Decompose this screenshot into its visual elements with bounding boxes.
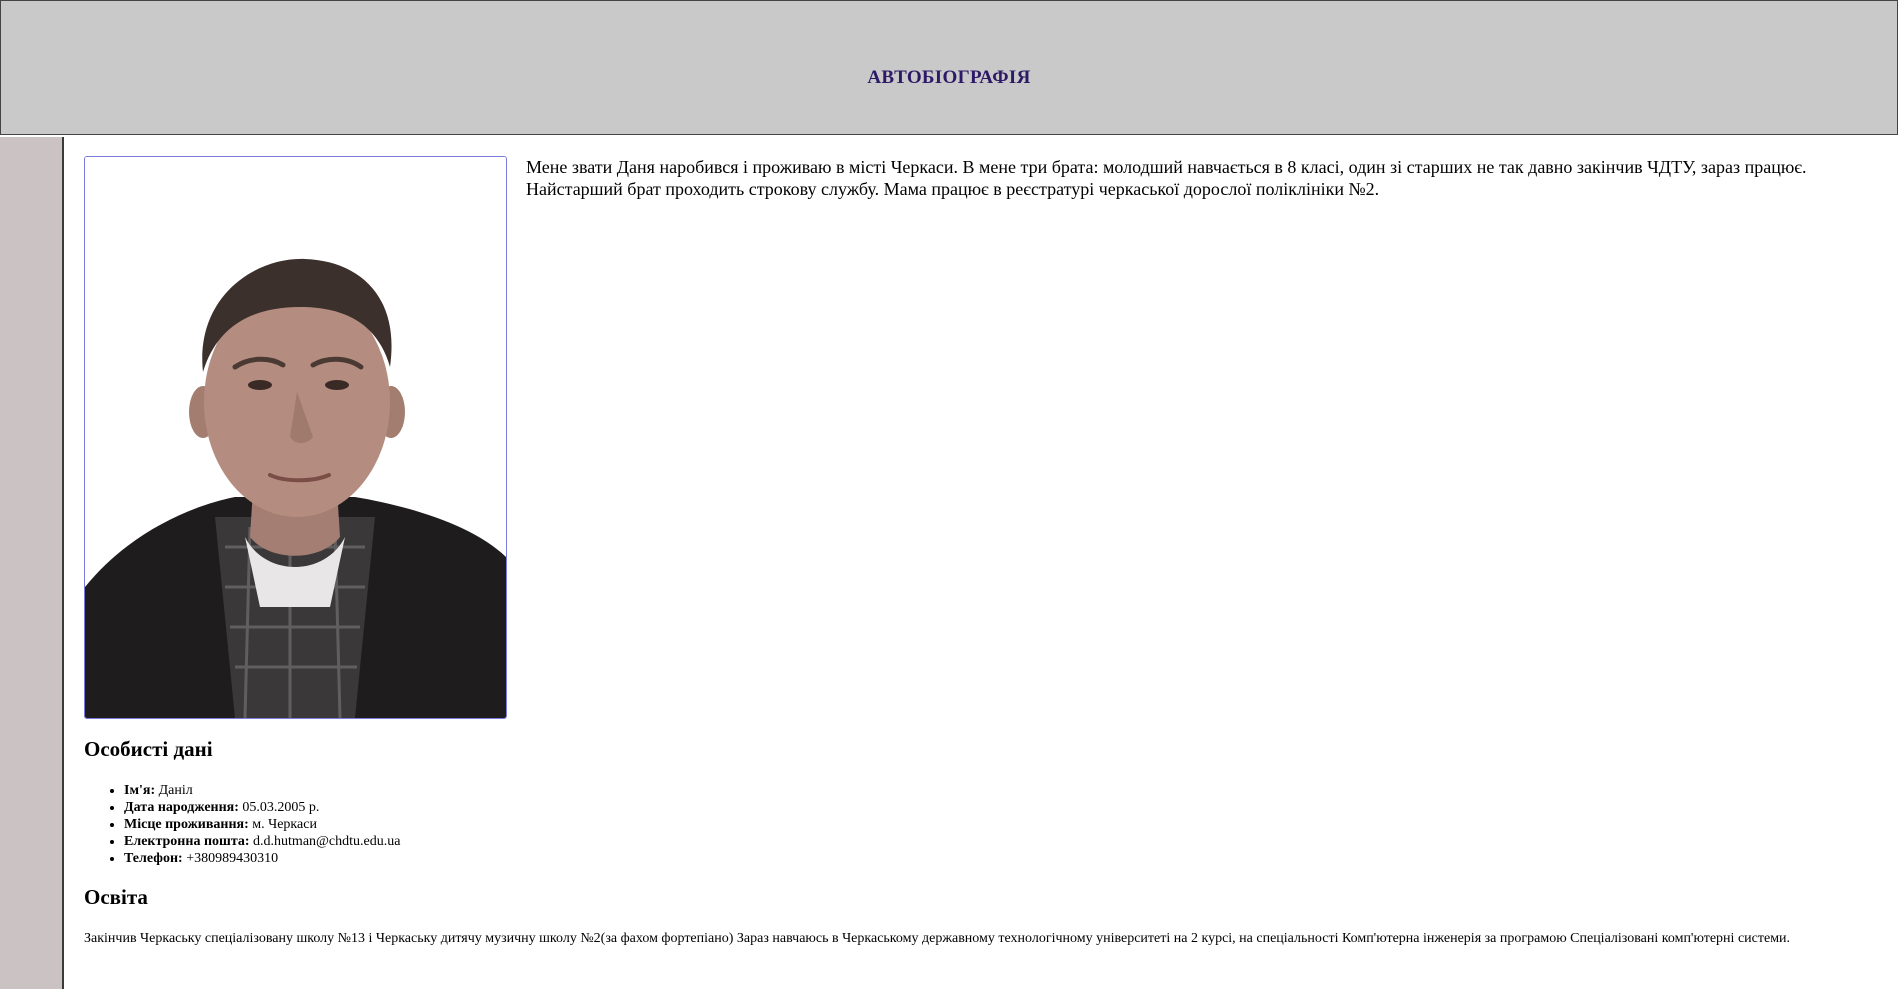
list-item: Електронна пошта: d.d.hutman@chdtu.edu.u… bbox=[124, 833, 400, 850]
left-sidebar bbox=[0, 137, 64, 989]
list-item: Телефон: +380989430310 bbox=[124, 850, 400, 867]
education-text: Закінчив Черкаську спеціалізовану школу … bbox=[84, 931, 1791, 946]
phone-label: Телефон: bbox=[124, 851, 183, 866]
birth-date-value: 05.03.2005 р. bbox=[242, 800, 320, 815]
name-label: Ім'я: bbox=[124, 783, 156, 798]
page-title: АВТОБІОГРАФІЯ bbox=[867, 67, 1031, 88]
education-heading: Освіта bbox=[84, 885, 148, 909]
phone-value: +380989430310 bbox=[186, 851, 279, 866]
intro-text: Мене звати Даня наробився і проживаю в м… bbox=[526, 157, 1807, 199]
residence-value: м. Черкаси bbox=[252, 817, 317, 832]
profile-photo bbox=[84, 156, 507, 719]
email-label: Електронна пошта: bbox=[124, 834, 250, 849]
list-item: Ім'я: Даніл bbox=[124, 782, 400, 799]
page-header: АВТОБІОГРАФІЯ bbox=[0, 0, 1898, 135]
list-item: Місце проживання: м. Черкаси bbox=[124, 816, 400, 833]
list-item: Дата народження: 05.03.2005 р. bbox=[124, 799, 400, 816]
person-portrait-icon bbox=[85, 157, 506, 718]
name-value: Даніл bbox=[158, 783, 193, 798]
email-value: d.d.hutman@chdtu.edu.ua bbox=[253, 834, 401, 849]
personal-data-heading: Особисті дані bbox=[84, 737, 213, 761]
personal-data-list: Ім'я: Даніл Дата народження: 05.03.2005 … bbox=[84, 782, 400, 867]
residence-label: Місце проживання: bbox=[124, 817, 249, 832]
birth-date-label: Дата народження: bbox=[124, 800, 239, 815]
